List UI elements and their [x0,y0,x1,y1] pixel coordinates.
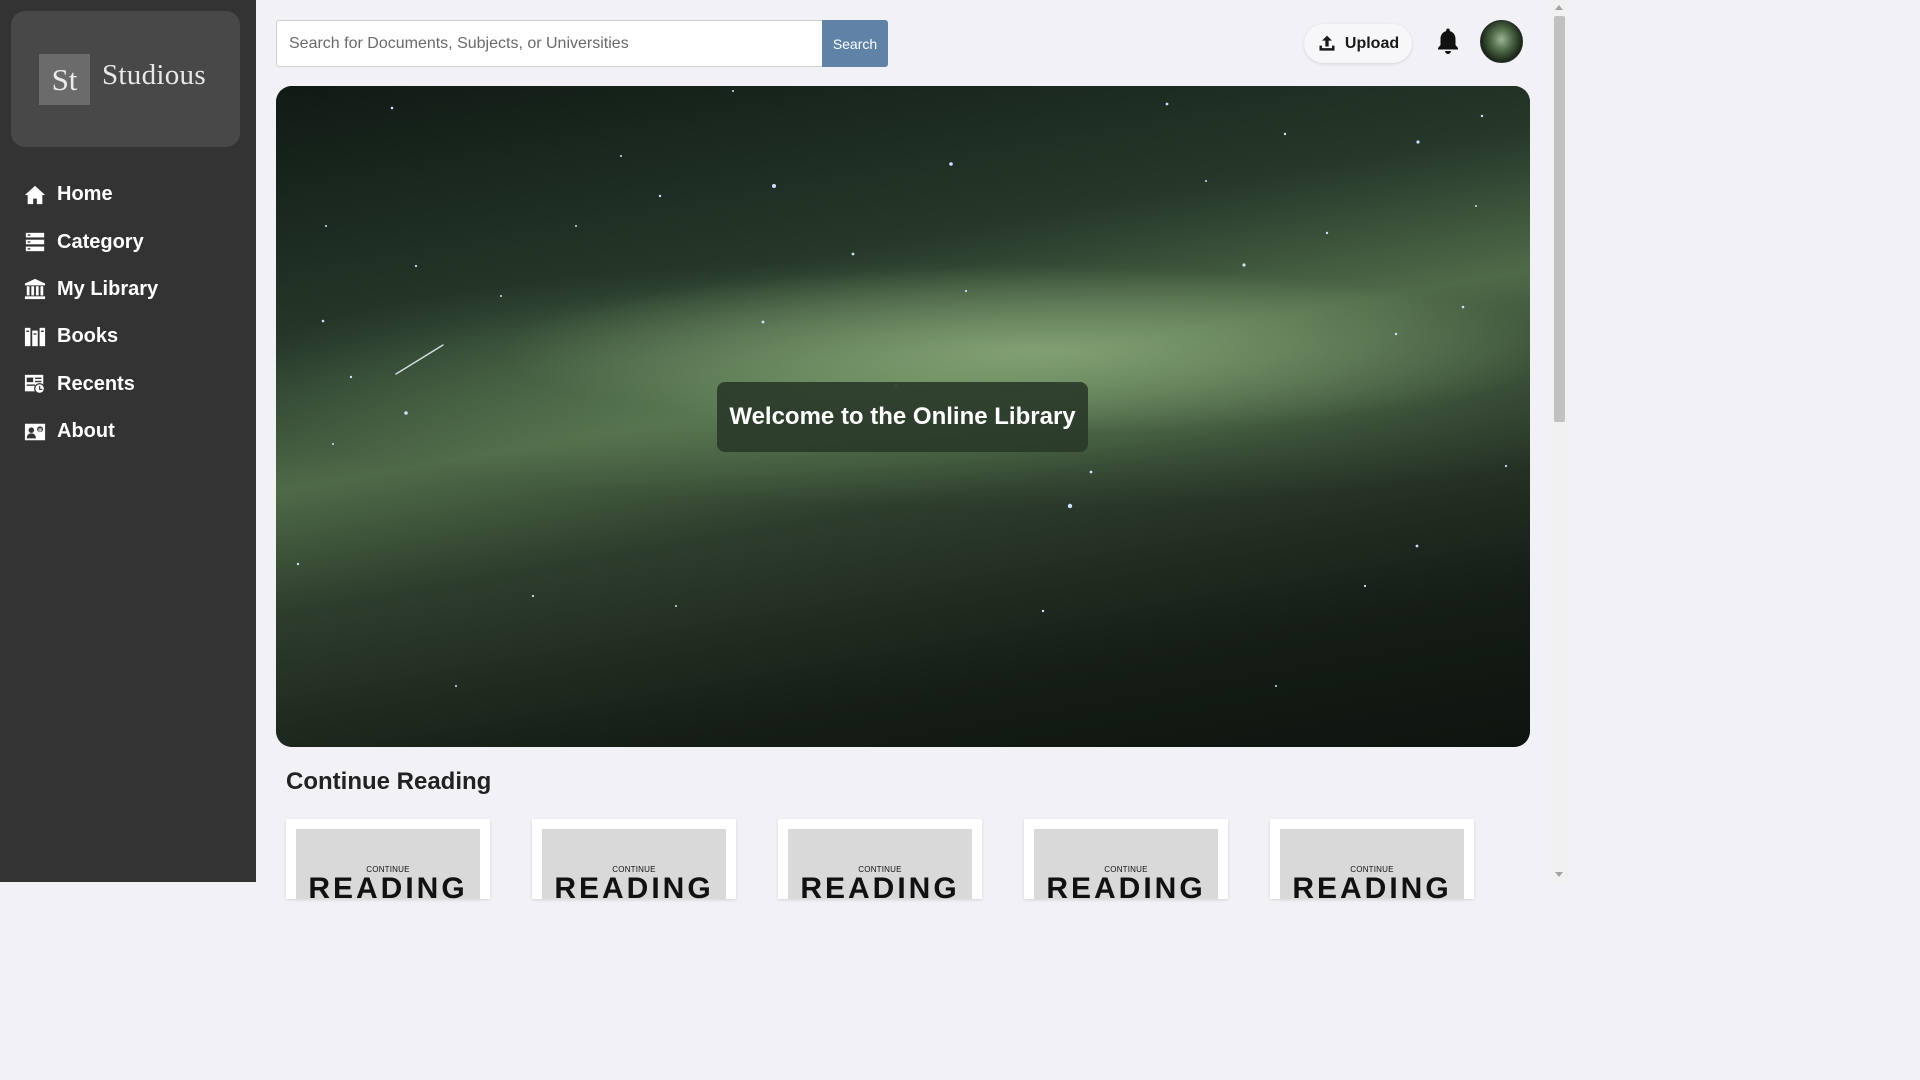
scroll-up-arrow-icon[interactable] [1555,5,1563,10]
hero-title: Welcome to the Online Library [717,382,1088,452]
bell-icon[interactable] [1436,27,1460,55]
book-cover: CONTINUE READING [542,829,726,899]
about-icon: @ [24,421,46,443]
sidebar-item-home[interactable]: Home [0,171,256,218]
avatar[interactable] [1480,20,1523,63]
search-bar: Search [276,20,888,67]
sidebar-item-label: Books [57,325,119,348]
upload-label: Upload [1344,34,1400,52]
books-icon [24,326,46,348]
upload-icon [1319,35,1335,51]
brand-logo[interactable]: St Studious [11,11,240,147]
cover-headline: READING [1292,872,1452,899]
sidebar-item-label: About [57,420,115,443]
brand-name: Studious [102,59,206,91]
search-input[interactable] [276,20,822,67]
sidebar-item-label: My Library [57,277,159,300]
home-icon [24,184,46,206]
sidebar-item-books[interactable]: Books [0,313,256,360]
hero-banner: Welcome to the Online Library [276,86,1530,747]
book-card[interactable]: CONTINUE READING [532,819,736,899]
sidebar-item-my-library[interactable]: My Library [0,266,256,313]
book-card[interactable]: CONTINUE READING [1024,819,1228,899]
category-icon [24,231,46,253]
cover-headline: READING [800,872,960,899]
cover-headline: READING [1046,872,1206,899]
sidebar-item-label: Home [57,183,113,206]
book-cover: CONTINUE READING [1034,829,1218,899]
recents-icon [24,373,46,395]
sidebar-item-label: Recents [57,372,135,395]
svg-text:@: @ [38,427,43,433]
sidebar-item-category[interactable]: Category [0,218,256,265]
sidebar-item-label: Category [57,230,144,253]
book-card[interactable]: CONTINUE READING [778,819,982,899]
scroll-thumb[interactable] [1554,16,1565,422]
continue-reading-title: Continue Reading [286,768,492,795]
scroll-down-arrow-icon[interactable] [1555,872,1563,877]
upload-button[interactable]: Upload [1304,24,1412,63]
sidebar-item-recents[interactable]: Recents [0,361,256,408]
book-cover: CONTINUE READING [1280,829,1464,899]
book-cover: CONTINUE READING [296,829,480,899]
sidebar: St Studious Home Category My Library Boo… [0,0,256,882]
library-icon [24,278,46,300]
search-button[interactable]: Search [822,20,888,67]
brand-mark: St [39,54,90,105]
book-cover: CONTINUE READING [788,829,972,899]
sidebar-item-about[interactable]: @ About [0,408,256,455]
cover-headline: READING [308,872,468,899]
sidebar-nav: Home Category My Library Books Recents @… [0,171,256,455]
cover-headline: READING [554,872,714,899]
page-scrollbar[interactable] [1551,0,1568,882]
book-card[interactable]: CONTINUE READING [1270,819,1474,899]
book-card[interactable]: CONTINUE READING [286,819,490,899]
